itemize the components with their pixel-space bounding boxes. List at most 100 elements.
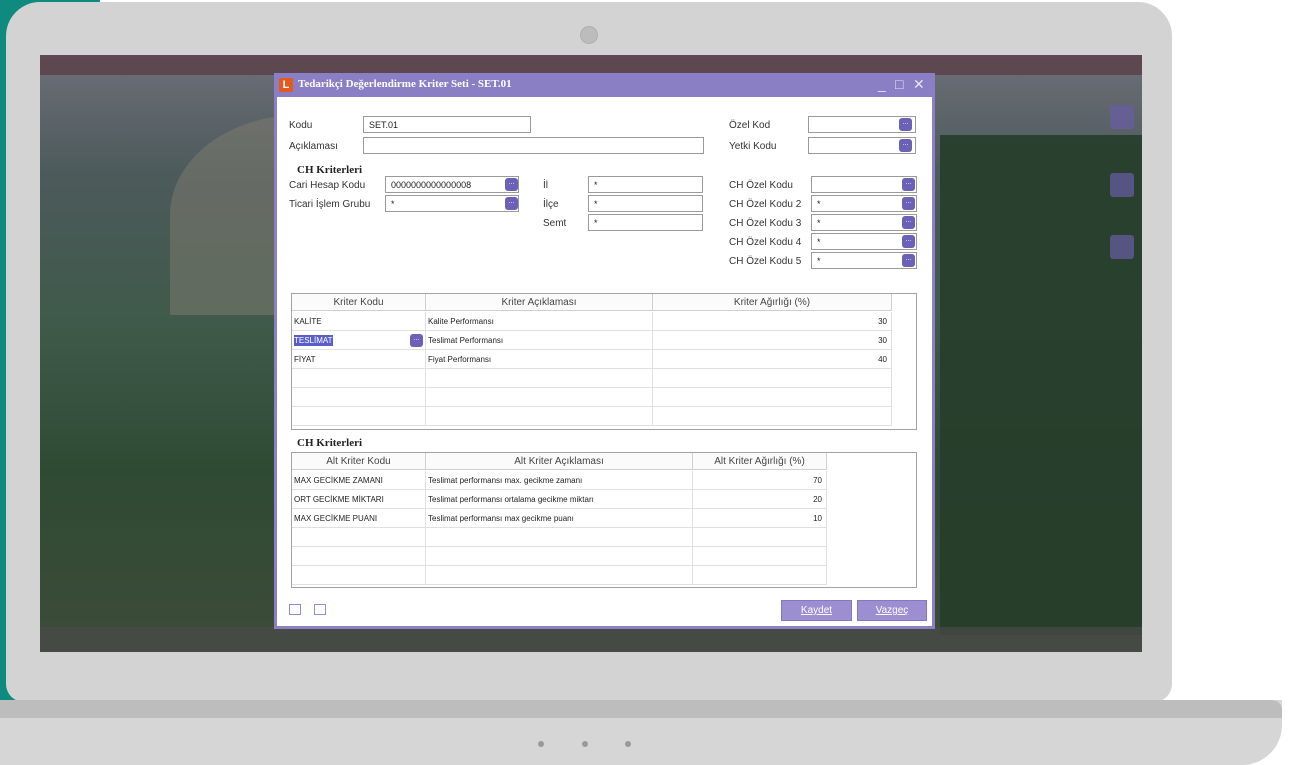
sub-criteria-title: CH Kriterleri [297,437,363,449]
criteria-grid[interactable]: Kriter Kodu Kriter Açıklaması Kriter Ağı… [291,293,917,430]
wallpaper-forest [940,135,1142,635]
empty-cell[interactable] [426,547,693,566]
desktop-icon[interactable] [1110,173,1134,197]
ticari-islem-lookup-button[interactable]: ... [505,197,518,210]
laptop-hinge [0,700,1282,718]
criteria-description-cell[interactable]: Kalite Performansı [426,312,653,331]
sub-criteria-weight-cell[interactable]: 20 [693,490,827,509]
criteria-weight-cell[interactable]: 30 [653,331,892,350]
empty-cell[interactable] [292,547,426,566]
sub-criteria-code-cell[interactable]: MAX GECİKME ZAMANI [292,471,426,490]
column-header[interactable]: Alt Kriter Açıklaması [426,453,693,470]
ch-ozel-kodu-4-lookup-button[interactable]: ... [902,235,915,248]
criteria-code-lookup-button[interactable]: ... [410,334,423,347]
empty-cell[interactable] [292,369,426,388]
save-button[interactable]: Kaydet [781,600,852,621]
title-bar[interactable]: L Tedarikçi Değerlendirme Kriter Seti - … [274,73,935,97]
column-header[interactable]: Alt Kriter Kodu [292,453,426,470]
indicator-light [582,741,588,747]
cari-hesap-lookup-button[interactable]: ... [505,178,518,191]
maximize-button[interactable]: □ [895,76,903,92]
empty-cell[interactable] [693,566,827,585]
criteria-weight-cell[interactable]: 30 [653,312,892,331]
table-row-selected[interactable]: TESLİMAT ... Teslimat Performansı 30 [292,331,892,350]
criteria-code-cell[interactable]: KALİTE [292,312,426,331]
table-row[interactable]: MAX GECİKME PUANI Teslimat performansı m… [292,509,827,528]
sub-criteria-code-cell[interactable]: ORT GECİKME MİKTARI [292,490,426,509]
window-title: Tedarikçi Değerlendirme Kriter Seti - SE… [298,78,512,90]
ch-ozel-kodu-4-label: CH Özel Kodu 4 [729,237,802,248]
table-row[interactable]: FİYAT Fiyat Performansı 40 [292,350,892,369]
criteria-code-cell[interactable]: TESLİMAT [292,331,426,350]
column-header[interactable]: Kriter Ağırlığı (%) [653,294,892,311]
aciklama-label: Açıklaması [289,141,338,152]
cancel-button[interactable]: Vazgeç [857,600,927,621]
empty-cell[interactable] [426,369,653,388]
sub-criteria-code-cell[interactable]: MAX GECİKME PUANI [292,509,426,528]
empty-cell[interactable] [426,566,693,585]
criteria-weight-cell[interactable]: 40 [653,350,892,369]
document-icon[interactable] [314,604,326,615]
empty-cell[interactable] [292,528,426,547]
cari-hesap-input[interactable]: 0000000000000008 [385,176,519,193]
table-row-empty[interactable] [292,407,892,426]
criteria-description-cell[interactable]: Teslimat Performansı [426,331,653,350]
empty-cell[interactable] [653,407,892,426]
table-row-empty[interactable] [292,388,892,407]
desktop-icon[interactable] [1110,105,1134,129]
ilce-input[interactable]: * [588,195,703,212]
ch-ozel-kodu-2-lookup-button[interactable]: ... [902,197,915,210]
empty-cell[interactable] [292,566,426,585]
semt-label: Semt [543,218,567,229]
sub-criteria-description-cell[interactable]: Teslimat performansı ortalama gecikme mi… [426,490,693,509]
semt-input[interactable]: * [588,214,703,231]
empty-cell[interactable] [292,388,426,407]
ch-ozel-kodu-3-lookup-button[interactable]: ... [902,216,915,229]
ticari-islem-input[interactable]: * [385,195,519,212]
yetki-kodu-lookup-button[interactable]: ... [899,139,912,152]
sub-criteria-description-cell[interactable]: Teslimat performansı max gecikme puanı [426,509,693,528]
close-button[interactable]: ✕ [913,76,925,93]
sub-criteria-weight-cell[interactable]: 70 [693,471,827,490]
sub-criteria-grid[interactable]: Alt Kriter Kodu Alt Kriter Açıklaması Al… [291,452,917,588]
column-header[interactable]: Alt Kriter Ağırlığı (%) [693,453,827,470]
criteria-code-cell[interactable]: FİYAT [292,350,426,369]
table-row-empty[interactable] [292,528,827,547]
desktop-icon[interactable] [1110,235,1134,259]
kodu-input[interactable]: SET.01 [363,116,531,133]
app-logo-icon: L [279,78,293,92]
empty-cell[interactable] [426,407,653,426]
empty-cell[interactable] [693,528,827,547]
table-row-empty[interactable] [292,547,827,566]
sub-criteria-weight-cell[interactable]: 10 [693,509,827,528]
il-input[interactable]: * [588,176,703,193]
column-header[interactable]: Kriter Kodu [292,294,426,311]
empty-cell[interactable] [426,528,693,547]
table-row[interactable]: MAX GECİKME ZAMANI Teslimat performansı … [292,471,827,490]
indicator-light [538,741,544,747]
ch-ozel-kodu-lookup-button[interactable]: ... [902,178,915,191]
column-header[interactable]: Kriter Açıklaması [426,294,653,311]
ozel-kod-lookup-button[interactable]: ... [899,118,912,131]
sub-criteria-description-cell[interactable]: Teslimat performansı max. gecikme zamanı [426,471,693,490]
kodu-label: Kodu [289,120,313,131]
selected-text: TESLİMAT [294,335,333,346]
criteria-description-cell[interactable]: Fiyat Performansı [426,350,653,369]
ch-ozel-kodu-5-lookup-button[interactable]: ... [902,254,915,267]
empty-cell[interactable] [426,388,653,407]
empty-cell[interactable] [653,388,892,407]
book-icon[interactable] [289,604,301,615]
empty-cell[interactable] [653,369,892,388]
minimize-button[interactable]: _ [878,76,886,92]
table-row-empty[interactable] [292,566,827,585]
empty-cell[interactable] [292,407,426,426]
ch-ozel-kodu-label: CH Özel Kodu [729,180,793,191]
empty-cell[interactable] [693,547,827,566]
ticari-islem-label: Ticari İşlem Grubu [289,199,371,210]
cari-hesap-label: Cari Hesap Kodu [289,180,366,191]
table-row-empty[interactable] [292,369,892,388]
sub-criteria-grid-header: Alt Kriter Kodu Alt Kriter Açıklaması Al… [292,453,827,470]
aciklama-input[interactable] [363,137,704,154]
table-row[interactable]: KALİTE Kalite Performansı 30 [292,312,892,331]
table-row[interactable]: ORT GECİKME MİKTARI Teslimat performansı… [292,490,827,509]
